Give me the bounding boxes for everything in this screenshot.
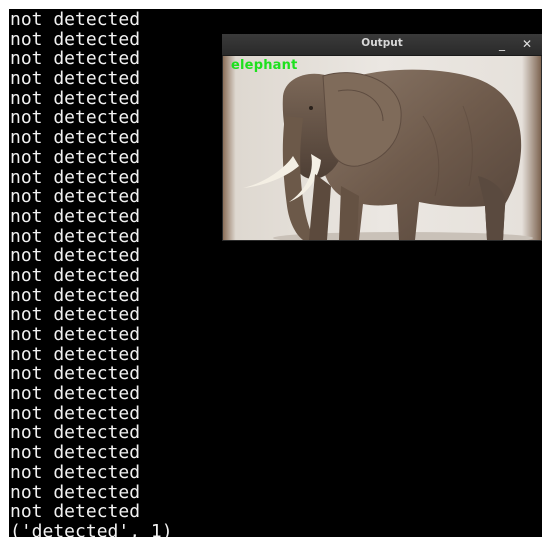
terminal-line: not detected bbox=[10, 343, 141, 365]
terminal-line: not detected bbox=[10, 284, 141, 306]
terminal-line: not detected bbox=[10, 146, 141, 168]
terminal-line: ('detected', 1) bbox=[10, 520, 173, 537]
terminal-line: not detected bbox=[10, 501, 141, 523]
terminal-line: not detected bbox=[10, 442, 141, 464]
detection-label: elephant bbox=[231, 58, 298, 73]
terminal-line: not detected bbox=[10, 481, 141, 503]
elephant-image bbox=[243, 69, 533, 240]
terminal-line: not detected bbox=[10, 324, 141, 345]
terminal-line: not detected bbox=[10, 205, 141, 227]
output-image: elephant bbox=[223, 56, 541, 240]
output-window[interactable]: Output _ ✕ elephant bbox=[222, 34, 542, 241]
terminal-line: not detected bbox=[10, 363, 141, 385]
terminal-line: not detected bbox=[10, 383, 141, 405]
close-button[interactable]: ✕ bbox=[519, 36, 535, 52]
terminal-line: not detected bbox=[10, 9, 141, 30]
terminal-line: not detected bbox=[10, 107, 141, 129]
terminal-line: not detected bbox=[10, 68, 141, 90]
terminal-line: not detected bbox=[10, 264, 141, 286]
terminal-line: not detected bbox=[10, 186, 141, 208]
terminal-line: not detected bbox=[10, 166, 141, 188]
terminal-line: not detected bbox=[10, 461, 141, 483]
terminal-line: not detected bbox=[10, 402, 141, 424]
terminal-line: not detected bbox=[10, 48, 141, 70]
terminal-output: not detected not detected not detected not … bbox=[10, 10, 173, 537]
minimize-button[interactable]: _ bbox=[494, 36, 510, 52]
terminal-line: not detected bbox=[10, 304, 141, 326]
terminal-line: not detected bbox=[10, 422, 141, 444]
terminal-line: not detected bbox=[10, 127, 141, 149]
terminal-line: not detected bbox=[10, 28, 141, 50]
terminal-line: not detected bbox=[10, 87, 141, 109]
terminal-line: not detected bbox=[10, 245, 141, 267]
terminal-line: not detected bbox=[10, 225, 141, 247]
title-bar[interactable]: Output _ ✕ bbox=[222, 34, 542, 56]
